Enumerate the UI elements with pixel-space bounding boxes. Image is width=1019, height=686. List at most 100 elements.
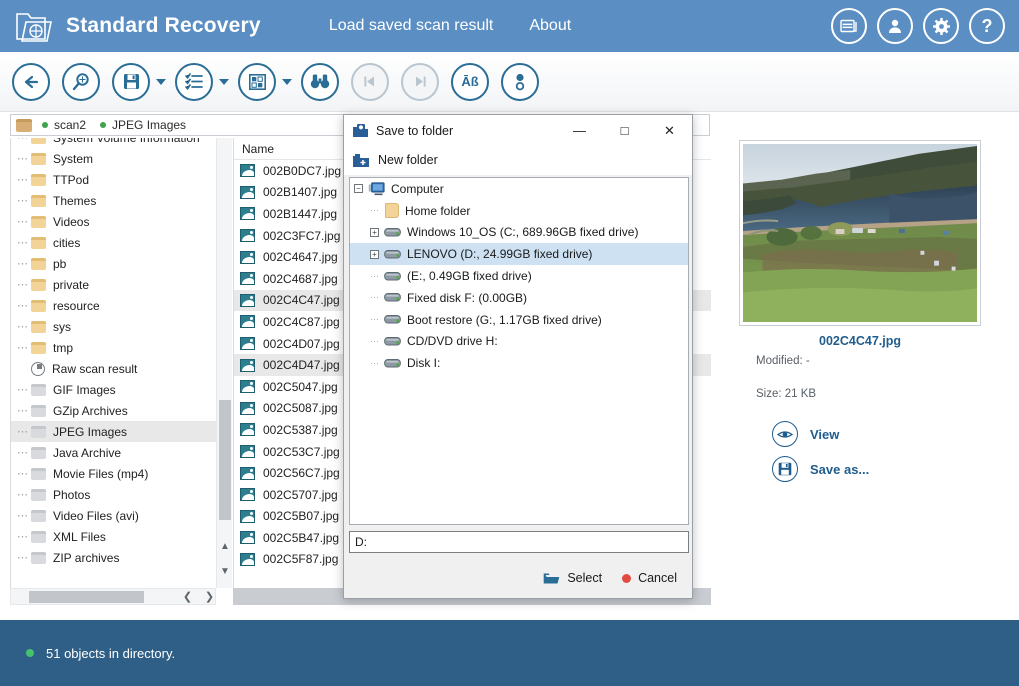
collapse-minus-icon[interactable]: − <box>354 184 363 193</box>
save-button[interactable] <box>112 63 150 101</box>
nav-load-saved-scan-result[interactable]: Load saved scan result <box>329 17 494 35</box>
tree-expander-icon[interactable]: ⋯ <box>17 194 31 207</box>
back-button[interactable] <box>12 63 50 101</box>
tree-item[interactable]: ⋯pb <box>11 253 222 274</box>
tree-expander-icon[interactable]: ⋯ <box>17 173 31 186</box>
expand-plus-icon[interactable]: + <box>370 228 379 237</box>
tree-item[interactable]: ⋯Video Files (avi) <box>11 505 222 526</box>
tree-expander-icon[interactable]: ⋯ <box>17 446 31 459</box>
help-icon[interactable]: ? <box>969 8 1005 44</box>
tree-expander-icon[interactable]: ⋯ <box>17 215 31 228</box>
tree-item[interactable]: ⋯ZIP archives <box>11 547 222 568</box>
options-button[interactable] <box>501 63 539 101</box>
expand-plus-icon[interactable]: + <box>370 250 379 259</box>
tree-expander-icon[interactable]: ⋯ <box>17 257 31 270</box>
scroll-right-arrow[interactable]: ❯ <box>201 589 218 604</box>
list-view-button[interactable] <box>175 63 213 101</box>
scroll-left-arrow[interactable]: ❮ <box>179 589 196 604</box>
tile-view-button[interactable] <box>238 63 276 101</box>
tree-item[interactable]: ⋯System Volume Information <box>11 138 222 148</box>
tree-item[interactable]: ⋯Java Archive <box>11 442 222 463</box>
breadcrumb-segment-scan2[interactable]: scan2 <box>54 118 86 132</box>
tree-item[interactable]: ⋯TTPod <box>11 169 222 190</box>
find-button[interactable] <box>301 63 339 101</box>
window-icon[interactable] <box>831 8 867 44</box>
dialog-tree-item[interactable]: ⋯(E:, 0.49GB fixed drive) <box>350 265 688 287</box>
save-dropdown-caret[interactable] <box>156 79 166 85</box>
tree-item[interactable]: ⋯GIF Images <box>11 379 222 400</box>
tree-item[interactable]: ⋯Photos <box>11 484 222 505</box>
tree-expander-icon[interactable]: ⋯ <box>17 530 31 543</box>
nav-about[interactable]: About <box>529 17 571 35</box>
tree-expander-icon[interactable]: ⋯ <box>17 551 31 564</box>
image-file-icon <box>240 164 255 177</box>
tree-expander-icon[interactable]: ⋯ <box>17 467 31 480</box>
tree-expander-icon[interactable]: ⋯ <box>17 509 31 522</box>
folder-tree-hscrollbar[interactable]: ❮ ❯ <box>10 588 216 605</box>
column-header-name[interactable]: Name <box>242 142 274 156</box>
tree-item[interactable]: ⋯private <box>11 274 222 295</box>
image-file-icon <box>240 445 255 458</box>
tree-item[interactable]: ⋯Themes <box>11 190 222 211</box>
tree-item[interactable]: ⋯tmp <box>11 337 222 358</box>
dialog-tree-item[interactable]: +Windows 10_OS (C:, 689.96GB fixed drive… <box>350 222 688 244</box>
tree-item[interactable]: Raw scan result <box>11 358 222 379</box>
tree-item[interactable]: ⋯GZip Archives <box>11 400 222 421</box>
tree-expander-icon[interactable]: ⋯ <box>17 138 31 144</box>
image-file-icon <box>240 186 255 199</box>
scroll-thumb-horizontal[interactable] <box>29 591 144 603</box>
user-icon[interactable] <box>877 8 913 44</box>
path-field[interactable]: D: <box>349 531 689 553</box>
tree-item[interactable]: ⋯cities <box>11 232 222 253</box>
tree-expander-icon[interactable]: ⋯ <box>17 299 31 312</box>
tree-expander-icon[interactable]: ⋯ <box>17 152 31 165</box>
encoding-button[interactable]: Āß <box>451 63 489 101</box>
dialog-folder-tree[interactable]: −Computer⋯Home folder+Windows 10_OS (C:,… <box>349 177 689 525</box>
scroll-down-arrow[interactable]: ▼ <box>217 563 233 580</box>
scroll-thumb[interactable] <box>219 400 231 520</box>
folder-tree-vscrollbar[interactable]: ▲ ▼ <box>216 138 232 588</box>
scan-button[interactable] <box>62 63 100 101</box>
gear-icon[interactable] <box>923 8 959 44</box>
tree-expander-icon[interactable]: ⋯ <box>17 236 31 249</box>
tree-expander-icon[interactable]: ⋯ <box>17 404 31 417</box>
tree-item[interactable]: ⋯sys <box>11 316 222 337</box>
minimize-icon[interactable]: — <box>557 115 602 146</box>
tree-item[interactable]: ⋯JPEG Images <box>11 421 222 442</box>
cancel-button[interactable]: Cancel <box>622 571 677 585</box>
tree-expander-icon[interactable]: ⋯ <box>17 278 31 291</box>
tree-item[interactable]: ⋯Movie Files (mp4) <box>11 463 222 484</box>
prev-button[interactable] <box>351 63 389 101</box>
close-icon[interactable]: ✕ <box>647 115 692 146</box>
dialog-tree-item[interactable]: ⋯Home folder <box>350 200 688 222</box>
scroll-up-arrow[interactable]: ▲ <box>217 538 233 555</box>
tree-item[interactable]: ⋯resource <box>11 295 222 316</box>
dialog-tree-item[interactable]: ⋯Disk I: <box>350 352 688 374</box>
tree-expander-icon[interactable]: ⋯ <box>17 383 31 396</box>
dialog-tree-item[interactable]: +LENOVO (D:, 24.99GB fixed drive) <box>350 243 688 265</box>
tree-expander-icon[interactable]: ⋯ <box>17 488 31 501</box>
tree-expander-icon[interactable]: ⋯ <box>17 320 31 333</box>
dialog-tree-item[interactable]: ⋯Fixed disk F: (0.00GB) <box>350 287 688 309</box>
folder-yellow-icon <box>31 153 46 165</box>
dialog-tree-item[interactable]: ⋯CD/DVD drive H: <box>350 331 688 353</box>
dialog-titlebar[interactable]: Save to folder — □ ✕ <box>344 115 692 146</box>
select-button[interactable]: Select <box>543 571 602 585</box>
list-view-dropdown-caret[interactable] <box>219 79 229 85</box>
tile-view-dropdown-caret[interactable] <box>282 79 292 85</box>
dialog-tree-item[interactable]: −Computer <box>350 178 688 200</box>
new-folder-button[interactable]: New folder <box>344 146 692 175</box>
breadcrumb-segment-jpeg-images[interactable]: JPEG Images <box>112 118 186 132</box>
maximize-icon[interactable]: □ <box>602 115 647 146</box>
file-name: 002C4C47.jpg <box>263 293 340 307</box>
save-as-action[interactable]: Save as... <box>772 456 869 482</box>
tree-item[interactable]: ⋯XML Files <box>11 526 222 547</box>
tree-expander-icon[interactable]: ⋯ <box>17 425 31 438</box>
tree-item[interactable]: ⋯System <box>11 148 222 169</box>
folder-tree[interactable]: ⋯System Volume Information⋯System⋯TTPod⋯… <box>10 138 222 588</box>
next-button[interactable] <box>401 63 439 101</box>
tree-expander-icon[interactable]: ⋯ <box>17 341 31 354</box>
dialog-tree-item[interactable]: ⋯Boot restore (G:, 1.17GB fixed drive) <box>350 309 688 331</box>
view-action[interactable]: View <box>772 421 839 447</box>
tree-item[interactable]: ⋯Videos <box>11 211 222 232</box>
